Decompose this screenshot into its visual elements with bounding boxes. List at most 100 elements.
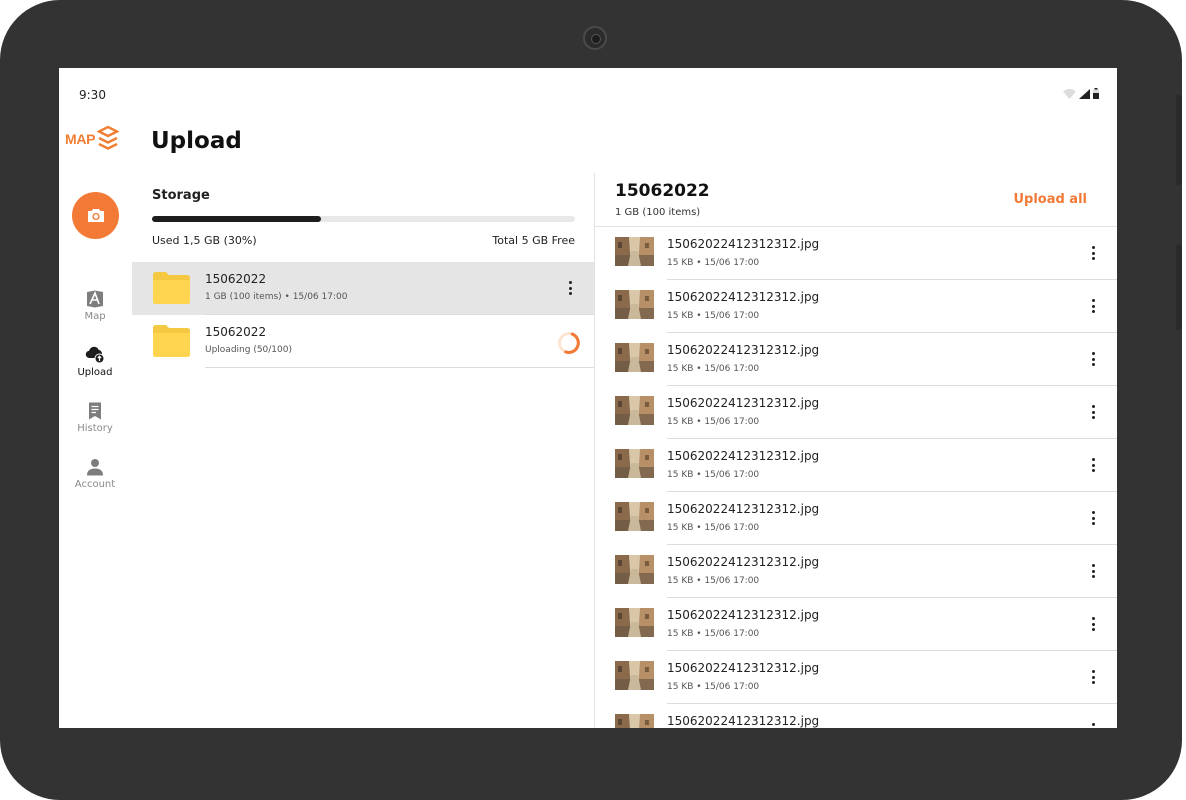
dot-icon [1091,310,1095,313]
upload-all-button[interactable]: Upload all [1013,192,1087,207]
map-icon [87,290,103,308]
more-options-button[interactable] [1088,458,1098,472]
dot-icon [1091,357,1095,361]
dot-icon [1091,675,1095,679]
dot-icon [1091,723,1095,726]
signal-icon [1079,88,1090,99]
photo-thumbnail-icon [615,661,654,690]
more-options-button[interactable] [1088,299,1098,313]
folder-detail-panel: 15062022 1 GB (100 items) Upload all 150… [595,173,1117,728]
folder-meta: 1 GB (100 items) • 15/06 17:00 [205,292,348,302]
camera-icon [87,209,104,222]
nav-item-account[interactable]: Account [59,458,131,490]
dot-icon [1091,670,1095,673]
photo-thumbnail-icon [615,396,654,425]
nav-item-history[interactable]: History [59,402,131,434]
photo-thumbnail [615,502,654,531]
storage-title: Storage [152,188,210,203]
dot-icon [1091,352,1095,355]
nav-item-upload[interactable]: Upload [59,346,131,378]
file-name: 15062022412312312.jpg [667,555,820,569]
file-row[interactable]: 15062022412312312.jpg 15 KB • 15/06 17:0… [595,704,1117,728]
file-name: 15062022412312312.jpg [667,237,820,251]
photo-thumbnail-icon [615,502,654,531]
nav-label-history: History [77,423,113,434]
file-name: 15062022412312312.jpg [667,502,820,516]
photo-thumbnail [615,343,654,372]
more-options-button[interactable] [1088,670,1098,684]
file-row[interactable]: 15062022412312312.jpg 15 KB • 15/06 17:0… [595,651,1117,704]
photo-thumbnail-icon [615,449,654,478]
folder-icon [153,272,190,304]
nav-item-map[interactable]: Map [59,290,131,322]
dot-icon [1091,681,1095,684]
file-meta: 15 KB • 15/06 17:00 [667,417,760,427]
dot-icon [568,281,572,284]
more-options-button[interactable] [1088,246,1098,260]
more-options-button[interactable] [1088,564,1098,578]
upload-progress-spinner-icon [558,332,580,354]
file-name: 15062022412312312.jpg [667,714,820,728]
dot-icon [1091,469,1095,472]
front-camera [583,26,607,50]
dot-icon [1091,458,1095,461]
dot-icon [1091,363,1095,366]
dot-icon [1091,405,1095,408]
file-row[interactable]: 15062022412312312.jpg 15 KB • 15/06 17:0… [595,280,1117,333]
more-options-button[interactable] [1088,723,1098,728]
photo-thumbnail [615,396,654,425]
dot-icon [1091,257,1095,260]
folder-icon [153,325,190,357]
dot-icon [1091,564,1095,567]
folder-row[interactable]: 15062022 Uploading (50/100) [132,315,594,368]
file-meta: 15 KB • 15/06 17:00 [667,311,760,321]
file-meta: 15 KB • 15/06 17:00 [667,523,760,533]
photo-thumbnail [615,237,654,266]
dot-icon [568,292,572,295]
dot-icon [1091,251,1095,255]
dot-icon [1091,516,1095,520]
folder-name: 15062022 [205,325,267,339]
folder-row[interactable]: 15062022 1 GB (100 items) • 15/06 17:00 [132,262,594,315]
dot-icon [1091,617,1095,620]
storage-used-label: Used 1,5 GB (30%) [152,234,257,247]
nav-label-upload: Upload [77,367,113,378]
more-options-button[interactable] [1088,352,1098,366]
dot-icon [1091,304,1095,308]
file-row[interactable]: 15062022412312312.jpg 15 KB • 15/06 17:0… [595,227,1117,280]
app-logo: MAP [65,126,120,152]
dot-icon [1091,416,1095,419]
file-meta: 15 KB • 15/06 17:00 [667,364,760,374]
more-options-button[interactable] [1088,617,1098,631]
file-name: 15062022412312312.jpg [667,661,820,675]
dot-icon [1091,628,1095,631]
file-list: 15062022412312312.jpg 15 KB • 15/06 17:0… [595,227,1117,728]
more-options-button[interactable] [1088,511,1098,525]
wifi-icon [1063,88,1076,99]
photo-thumbnail [615,555,654,584]
logo-mark-icon [97,126,120,150]
storage-panel: Storage Used 1,5 GB (30%) Total 5 GB Fre… [132,173,594,728]
dot-icon [1091,410,1095,414]
photo-thumbnail [615,290,654,319]
camera-button[interactable] [72,192,119,239]
nav-label-account: Account [74,479,116,490]
power-button [1176,245,1182,330]
file-row[interactable]: 15062022412312312.jpg 15 KB • 15/06 17:0… [595,439,1117,492]
more-options-button[interactable] [565,281,575,295]
folder-detail-meta: 1 GB (100 items) [615,207,701,218]
file-row[interactable]: 15062022412312312.jpg 15 KB • 15/06 17:0… [595,333,1117,386]
file-row[interactable]: 15062022412312312.jpg 15 KB • 15/06 17:0… [595,386,1117,439]
more-options-button[interactable] [1088,405,1098,419]
row-divider [205,367,594,368]
photo-thumbnail [615,608,654,637]
dot-icon [568,286,572,290]
file-row[interactable]: 15062022412312312.jpg 15 KB • 15/06 17:0… [595,545,1117,598]
volume-button [1176,95,1182,185]
status-icons [1063,88,1099,99]
file-row[interactable]: 15062022412312312.jpg 15 KB • 15/06 17:0… [595,598,1117,651]
folder-meta: Uploading (50/100) [205,345,292,355]
logo-text: MAP [65,131,96,147]
battery-icon [1093,88,1099,99]
file-row[interactable]: 15062022412312312.jpg 15 KB • 15/06 17:0… [595,492,1117,545]
